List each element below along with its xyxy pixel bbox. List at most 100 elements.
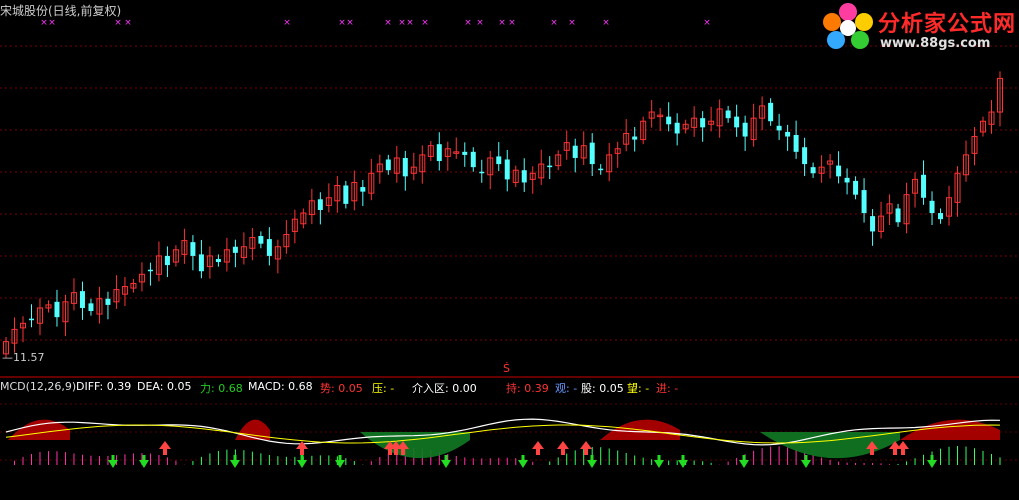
candle-down bbox=[105, 298, 111, 305]
sell-arrow bbox=[897, 441, 909, 449]
sell-arrow bbox=[159, 441, 171, 449]
candle-down bbox=[598, 168, 604, 171]
candle-down bbox=[462, 151, 468, 155]
candle-down bbox=[88, 303, 94, 312]
candle-down bbox=[853, 180, 859, 195]
candle-down bbox=[734, 116, 740, 128]
indicator-label: MACD: 0.68 bbox=[248, 380, 313, 393]
sell-arrow bbox=[296, 441, 308, 449]
indicator-label: DEA: 0.05 bbox=[137, 380, 192, 393]
buy-arrow-stem bbox=[338, 455, 342, 461]
sell-arrow-stem bbox=[388, 449, 392, 455]
candle-down bbox=[360, 187, 366, 192]
candlestick-chart: × × × × × × × × × × × × × × × × × × × bbox=[0, 18, 1019, 468]
buy-arrow-stem bbox=[804, 455, 808, 461]
signal-marker: Ś bbox=[503, 362, 510, 375]
sell-arrow-stem bbox=[401, 449, 405, 455]
buy-arrow bbox=[654, 460, 664, 468]
candle-down bbox=[436, 144, 442, 162]
candle-down bbox=[793, 135, 799, 152]
sell-arrow-stem bbox=[584, 449, 588, 455]
candle-down bbox=[632, 136, 638, 140]
candle-down bbox=[504, 159, 510, 180]
candle-down bbox=[343, 185, 349, 204]
indicator-label: 持: 0.39 bbox=[506, 382, 549, 395]
cross-marker: × bbox=[476, 18, 484, 28]
cross-marker: × bbox=[283, 18, 291, 28]
buy-arrow bbox=[678, 460, 688, 468]
buy-arrow bbox=[335, 460, 345, 468]
candle-down bbox=[258, 236, 264, 244]
buy-arrow bbox=[297, 460, 307, 468]
cross-marker: × bbox=[346, 18, 354, 28]
candle-down bbox=[190, 242, 196, 256]
site-logo: 分析家公式网 www.88gs.com bbox=[820, 2, 1019, 54]
candle-down bbox=[776, 125, 782, 131]
candle-down bbox=[54, 301, 60, 318]
buy-arrow-stem bbox=[657, 455, 661, 461]
cross-marker: × bbox=[550, 18, 558, 28]
cross-marker: × bbox=[602, 18, 610, 28]
logo-name: 分析家公式网 bbox=[878, 12, 1017, 37]
candle-down bbox=[28, 318, 34, 321]
candle-down bbox=[844, 177, 850, 183]
sell-arrow-stem bbox=[893, 449, 897, 455]
candle-down bbox=[215, 258, 221, 263]
cross-marker: × bbox=[406, 18, 414, 28]
candle-down bbox=[232, 246, 238, 253]
cross-marker: × bbox=[398, 18, 406, 28]
cross-marker: × bbox=[568, 18, 576, 28]
candle-down bbox=[589, 142, 595, 165]
candle-down bbox=[836, 165, 842, 177]
buy-arrow bbox=[587, 460, 597, 468]
candle-down bbox=[479, 171, 485, 174]
candle-down bbox=[164, 255, 170, 266]
sell-arrow bbox=[532, 441, 544, 449]
buy-arrow bbox=[139, 460, 149, 468]
indicator-label: 介入区: 0.00 bbox=[412, 382, 477, 395]
candle-down bbox=[725, 110, 731, 119]
cross-marker: × bbox=[124, 18, 132, 28]
indicator-label: 进: - bbox=[656, 382, 679, 395]
sell-arrow-stem bbox=[536, 449, 540, 455]
sell-arrow-stem bbox=[870, 449, 874, 455]
candle-down bbox=[861, 190, 867, 214]
indicator-label: 力: 0.68 bbox=[200, 382, 243, 395]
candle-down bbox=[742, 122, 748, 137]
cross-marker: × bbox=[40, 18, 48, 28]
candle-down bbox=[198, 254, 204, 272]
indicator-label: 股: 0.05 bbox=[581, 382, 624, 395]
buy-arrow bbox=[801, 460, 811, 468]
flower-icon bbox=[823, 3, 873, 49]
green-band bbox=[760, 432, 900, 459]
candle-down bbox=[402, 157, 408, 177]
candle-down bbox=[317, 199, 323, 210]
buy-arrow-stem bbox=[681, 455, 685, 461]
buy-arrow bbox=[230, 460, 240, 468]
sell-arrow-stem bbox=[394, 449, 398, 455]
candle-down bbox=[666, 116, 672, 125]
buy-arrow bbox=[518, 460, 528, 468]
sell-arrow bbox=[580, 441, 592, 449]
indicator-label: 望: - bbox=[627, 382, 650, 395]
candle-down bbox=[895, 208, 901, 223]
cross-marker: × bbox=[114, 18, 122, 28]
buy-arrow-stem bbox=[590, 455, 594, 461]
chart-title: 宋城股份(日线,前复权) bbox=[0, 4, 122, 18]
candle-down bbox=[768, 102, 774, 122]
indicator-label: 压: - bbox=[372, 382, 395, 395]
candle-down bbox=[496, 156, 502, 165]
candle-down bbox=[521, 170, 527, 183]
sell-arrow-stem bbox=[561, 449, 565, 455]
candle-down bbox=[674, 122, 680, 134]
buy-arrow-stem bbox=[233, 455, 237, 461]
logo-url: www.88gs.com bbox=[880, 36, 991, 51]
buy-arrow bbox=[739, 460, 749, 468]
sell-arrow bbox=[557, 441, 569, 449]
cross-marker: × bbox=[464, 18, 472, 28]
cross-marker: × bbox=[338, 18, 346, 28]
candle-down bbox=[572, 145, 578, 158]
candle-down bbox=[147, 269, 153, 272]
candle-down bbox=[810, 167, 816, 174]
buy-arrow-stem bbox=[930, 455, 934, 461]
